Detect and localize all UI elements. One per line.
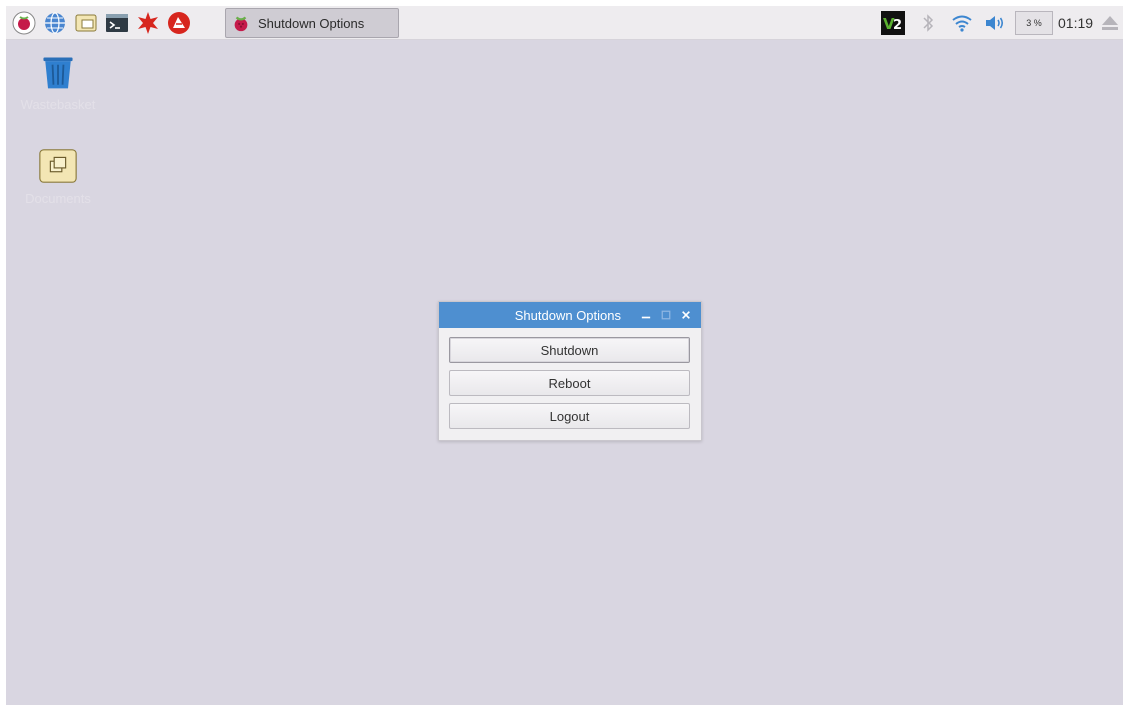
eject-icon[interactable] <box>1098 11 1122 35</box>
desktop-screen: Shutdown Options V2 3 % 01:19 Wastebaske… <box>6 6 1123 705</box>
desktop-icon-label: Wastebasket <box>20 97 96 112</box>
volume-icon[interactable] <box>983 11 1007 35</box>
desktop-icon-wastebasket[interactable]: Wastebasket <box>8 50 108 112</box>
raspberry-icon <box>230 12 252 34</box>
reboot-button[interactable]: Reboot <box>449 370 690 396</box>
desktop-icon-label: Documents <box>25 191 91 206</box>
bluetooth-icon[interactable] <box>916 11 940 35</box>
taskbar-window-button[interactable]: Shutdown Options <box>225 8 399 38</box>
web-browser-icon[interactable] <box>43 11 67 35</box>
file-manager-icon[interactable] <box>74 11 98 35</box>
trash-icon <box>36 50 80 94</box>
logout-button[interactable]: Logout <box>449 403 690 429</box>
taskbar: Shutdown Options V2 3 % 01:19 <box>6 6 1123 40</box>
close-icon[interactable] <box>679 308 693 322</box>
maximize-icon[interactable] <box>659 308 673 322</box>
shutdown-button[interactable]: Shutdown <box>449 337 690 363</box>
wolfram-icon[interactable] <box>167 11 191 35</box>
minimize-icon[interactable] <box>639 308 653 322</box>
svg-text:2: 2 <box>893 18 902 33</box>
dialog-body: Shutdown Reboot Logout <box>439 328 701 429</box>
shutdown-dialog: Shutdown Options Shutdown Reboot Logout <box>438 301 702 441</box>
desktop-icon-documents[interactable]: Documents <box>8 144 108 206</box>
cpu-monitor[interactable]: 3 % <box>1015 11 1053 35</box>
dialog-title: Shutdown Options <box>514 307 621 323</box>
folder-icon <box>36 144 80 188</box>
dialog-titlebar[interactable]: Shutdown Options <box>439 302 701 328</box>
wifi-icon[interactable] <box>950 11 974 35</box>
terminal-icon[interactable] <box>105 11 129 35</box>
taskbar-window-label: Shutdown Options <box>258 15 365 31</box>
raspberry-menu-icon[interactable] <box>12 11 36 35</box>
vnc-icon[interactable]: V2 <box>881 11 905 35</box>
cpu-usage-label: 3 % <box>1026 18 1042 28</box>
mathematica-icon[interactable] <box>136 11 160 35</box>
clock[interactable]: 01:19 <box>1058 15 1093 31</box>
